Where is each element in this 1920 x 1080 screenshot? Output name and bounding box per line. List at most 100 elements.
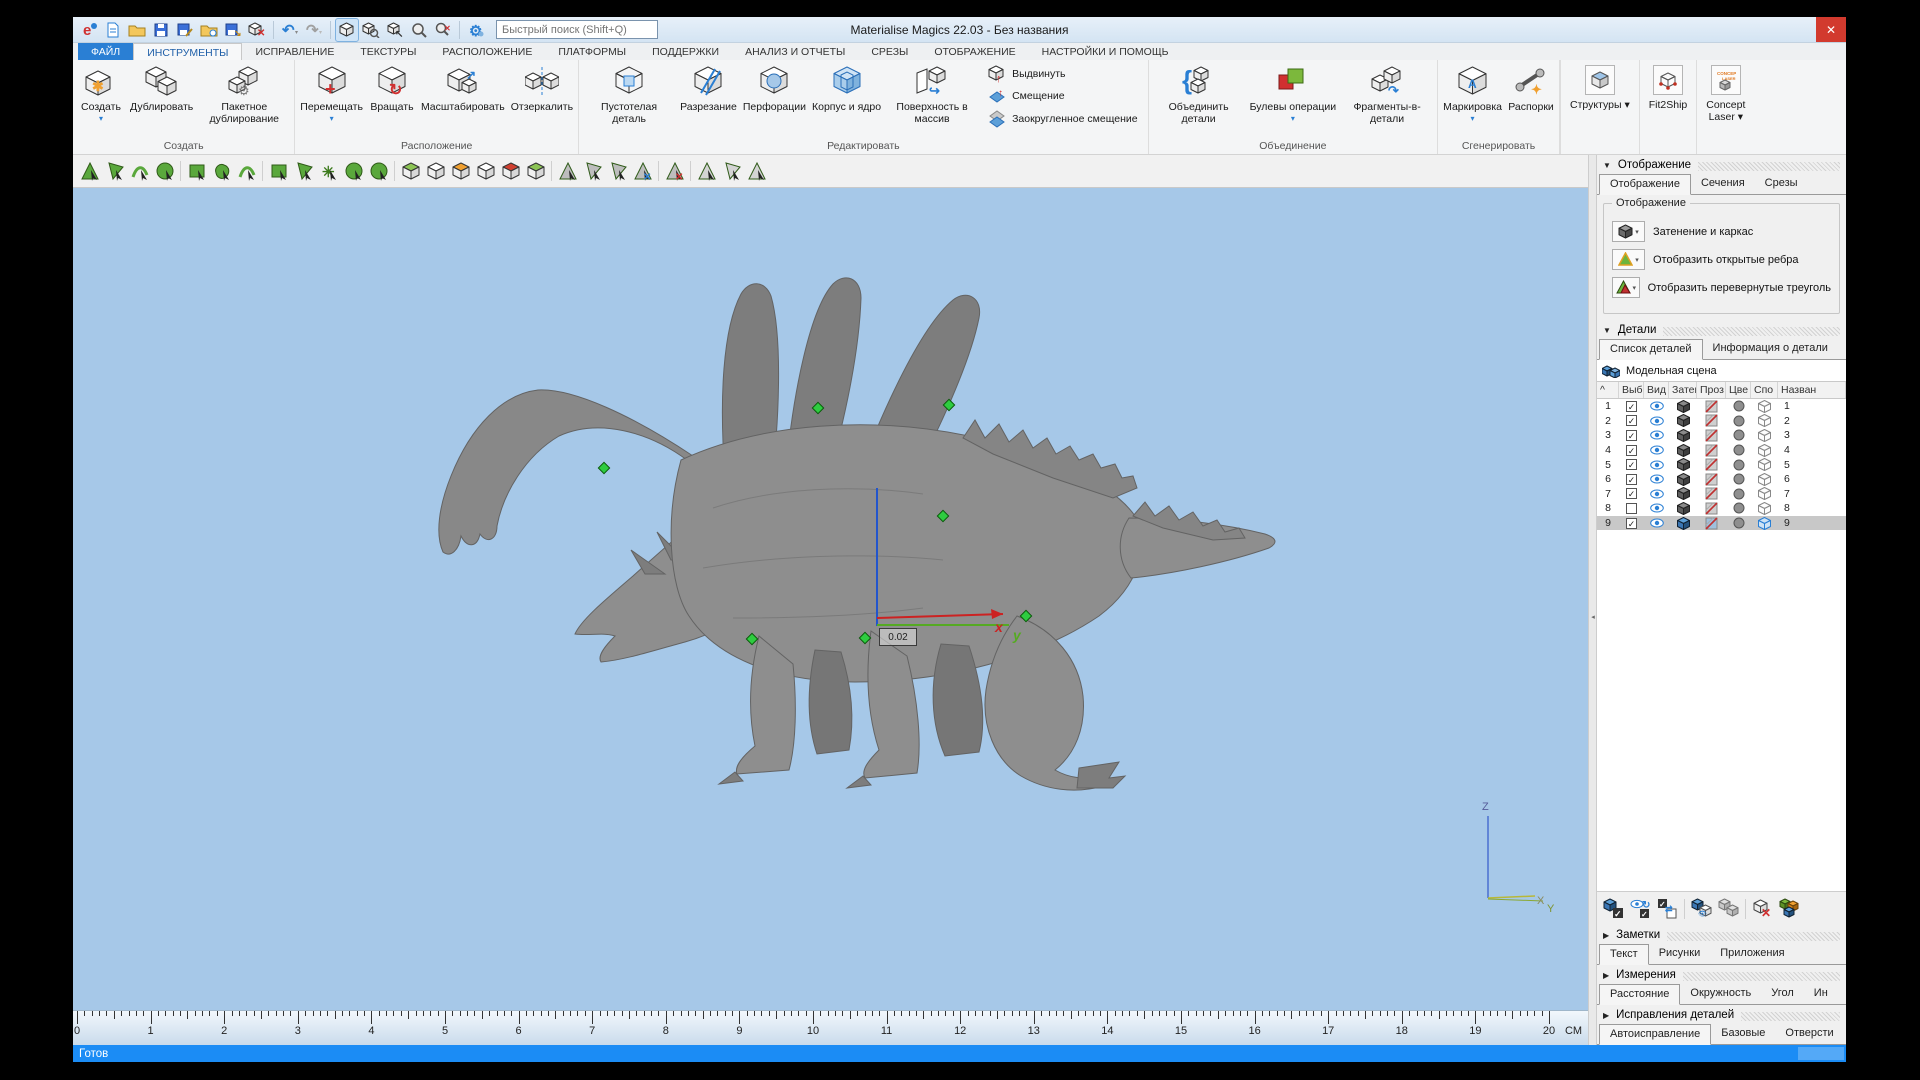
shading-cube-icon[interactable] bbox=[1669, 472, 1697, 487]
ribbon-button-дублировать[interactable]: Дублировать bbox=[127, 61, 196, 114]
delete-marked-icon[interactable]: ✕ bbox=[662, 159, 687, 184]
redo-icon[interactable]: ↷ ▾ bbox=[303, 19, 325, 41]
mark-triangle-icon[interactable] bbox=[77, 159, 102, 184]
part-fixing-tab-отверсти[interactable]: Отверсти bbox=[1775, 1024, 1843, 1044]
selected-checkbox[interactable]: ✓ bbox=[1626, 488, 1637, 500]
mode-cube-icon[interactable] bbox=[1751, 443, 1778, 458]
cube-green-select-icon[interactable] bbox=[523, 159, 548, 184]
column-header-2[interactable]: Вид bbox=[1644, 382, 1669, 398]
unmark-surface-icon[interactable] bbox=[605, 159, 630, 184]
freeform-select-icon[interactable] bbox=[209, 159, 234, 184]
part-fixing-section-header[interactable]: ▶ Исправления деталей bbox=[1597, 1005, 1846, 1024]
new-project-icon[interactable] bbox=[102, 19, 124, 41]
unmark-plane-icon[interactable] bbox=[580, 159, 605, 184]
cube-clear-select-icon[interactable] bbox=[473, 159, 498, 184]
ribbon-button-масштабировать[interactable]: ↗ Масштабировать bbox=[418, 61, 508, 114]
openedge-icon-button[interactable]: ▾ bbox=[1612, 249, 1645, 270]
pick-part-icon[interactable]: ↖ bbox=[384, 19, 406, 41]
notes-tab-приложения[interactable]: Приложения bbox=[1710, 944, 1794, 964]
table-row[interactable]: 9 ✓ 9 bbox=[1597, 515, 1846, 531]
transparency-icon[interactable] bbox=[1697, 472, 1726, 487]
tool-triangle-b-icon[interactable] bbox=[719, 159, 744, 184]
table-row[interactable]: 4 ✓ 4 bbox=[1597, 443, 1846, 458]
tab-расположение[interactable]: РАСПОЛОЖЕНИЕ bbox=[429, 43, 545, 60]
cube-red-select-icon[interactable] bbox=[498, 159, 523, 184]
parts-section-header[interactable]: ▼ Детали bbox=[1597, 320, 1846, 339]
tab-инструменты[interactable]: ИНСТРУМЕНТЫ bbox=[133, 43, 243, 60]
table-row[interactable]: 6 ✓ 6 bbox=[1597, 472, 1846, 487]
transparency-icon[interactable] bbox=[1697, 501, 1726, 516]
mode-cube-icon[interactable] bbox=[1751, 457, 1778, 472]
ribbon-button-пустотелая-деталь[interactable]: Пустотелая деталь bbox=[581, 61, 677, 126]
zoom-in-icon[interactable] bbox=[408, 19, 430, 41]
brush-select-icon[interactable] bbox=[291, 159, 316, 184]
transparency-icon[interactable] bbox=[1697, 428, 1726, 443]
settings-gear-icon[interactable]: ⚙ bbox=[465, 19, 487, 41]
visibility-eye-icon[interactable] bbox=[1644, 457, 1669, 472]
remove-part-icon[interactable]: ✕ bbox=[246, 19, 268, 41]
table-row[interactable]: 7 ✓ 7 bbox=[1597, 487, 1846, 502]
ribbon-button-создать[interactable]: ✱ Создать ▾ bbox=[75, 61, 127, 123]
selected-checkbox[interactable]: ✓ bbox=[1626, 444, 1637, 456]
select-all-parts-icon[interactable]: ✓ bbox=[1600, 895, 1627, 922]
zoom-part-icon[interactable] bbox=[360, 19, 382, 41]
ribbon-button-смещение[interactable]: ↑ Смещение bbox=[988, 87, 1138, 105]
cube-front-select-icon[interactable] bbox=[398, 159, 423, 184]
cube-orange-select-icon[interactable] bbox=[448, 159, 473, 184]
measurements-tab-расстояние[interactable]: Расстояние bbox=[1599, 984, 1681, 1005]
mode-cube-icon[interactable] bbox=[1751, 487, 1778, 502]
mode-cube-icon[interactable] bbox=[1751, 414, 1778, 429]
visibility-eye-icon[interactable] bbox=[1644, 501, 1669, 516]
mode-cube-icon[interactable] bbox=[1751, 428, 1778, 443]
open-file-icon[interactable] bbox=[126, 19, 148, 41]
ribbon-button-заокругленное-смещение[interactable]: Заокругленное смещение bbox=[988, 109, 1138, 129]
transparency-icon[interactable] bbox=[1697, 457, 1726, 472]
selected-checkbox[interactable]: ✓ bbox=[1626, 429, 1637, 441]
import-part-icon[interactable] bbox=[198, 19, 220, 41]
star-select-icon[interactable]: ✳ bbox=[316, 159, 341, 184]
tab-файл[interactable]: ФАЙЛ bbox=[78, 43, 134, 60]
cube-plain-select-icon[interactable] bbox=[423, 159, 448, 184]
quick-search-input[interactable] bbox=[496, 20, 658, 39]
parts-tab-список-деталей[interactable]: Список деталей bbox=[1599, 339, 1703, 360]
color-icon[interactable] bbox=[1726, 472, 1751, 487]
selected-checkbox[interactable] bbox=[1626, 502, 1637, 514]
column-header-3[interactable]: Затен bbox=[1669, 382, 1697, 398]
viewport-3d[interactable]: x y Z X Y 0.02 bbox=[73, 188, 1588, 1010]
ribbon-button-фрагменты-в-детали[interactable]: ↷ Фрагменты-в-детали bbox=[1339, 61, 1435, 126]
ribbon-button-вращать[interactable]: ↻ Вращать bbox=[366, 61, 418, 114]
zoom-out-icon[interactable]: ✕ bbox=[432, 19, 454, 41]
visibility-eye-icon[interactable] bbox=[1644, 399, 1669, 414]
shaded-icon-button[interactable]: ▾ bbox=[1612, 221, 1645, 242]
table-row[interactable]: 8 8 bbox=[1597, 501, 1846, 516]
shading-cube-icon[interactable] bbox=[1669, 399, 1697, 414]
color-icon[interactable] bbox=[1726, 487, 1751, 502]
undo-icon[interactable]: ↶ ▾ bbox=[279, 19, 301, 41]
measurements-tab-окружность[interactable]: Окружность bbox=[1680, 984, 1761, 1004]
measurements-section-header[interactable]: ▶ Измерения bbox=[1597, 965, 1846, 984]
mode-cube-icon[interactable] bbox=[1751, 501, 1778, 516]
color-icon[interactable] bbox=[1726, 414, 1751, 429]
selected-checkbox[interactable]: ✓ bbox=[1626, 415, 1637, 427]
transparency-icon[interactable] bbox=[1697, 487, 1726, 502]
tab-текстуры[interactable]: ТЕКСТУРЫ bbox=[347, 43, 429, 60]
table-row[interactable]: 3 ✓ 3 bbox=[1597, 428, 1846, 443]
tab-отображение[interactable]: ОТОБРАЖЕНИЕ bbox=[921, 43, 1028, 60]
display-section-header[interactable]: ▼ Отображение bbox=[1597, 155, 1846, 174]
fit-view-icon[interactable] bbox=[335, 17, 359, 42]
ribbon-button-fit2ship[interactable]: Fit2Ship bbox=[1638, 60, 1697, 154]
ribbon-button-поверхность-в-массив[interactable]: ↪ Поверхность в массив bbox=[884, 61, 980, 126]
color-icon[interactable] bbox=[1726, 501, 1751, 516]
selected-checkbox[interactable]: ✓ bbox=[1626, 517, 1637, 529]
tool-triangle-a-icon[interactable] bbox=[694, 159, 719, 184]
ribbon-button-concept-laser[interactable]: CONCEPTLASER ConceptLaser ▾ bbox=[1696, 60, 1754, 154]
color-icon[interactable] bbox=[1726, 443, 1751, 458]
shading-cube-icon[interactable] bbox=[1669, 516, 1697, 531]
rect-select-icon[interactable] bbox=[184, 159, 209, 184]
shading-cube-icon[interactable] bbox=[1669, 501, 1697, 516]
show-selected-icon[interactable]: 👁 bbox=[1688, 895, 1715, 922]
display-tab-отображение[interactable]: Отображение bbox=[1599, 174, 1691, 195]
save-icon[interactable] bbox=[150, 19, 172, 41]
visibility-eye-icon[interactable] bbox=[1644, 443, 1669, 458]
part-fixing-tab-автоисправление[interactable]: Автоисправление bbox=[1599, 1024, 1712, 1045]
